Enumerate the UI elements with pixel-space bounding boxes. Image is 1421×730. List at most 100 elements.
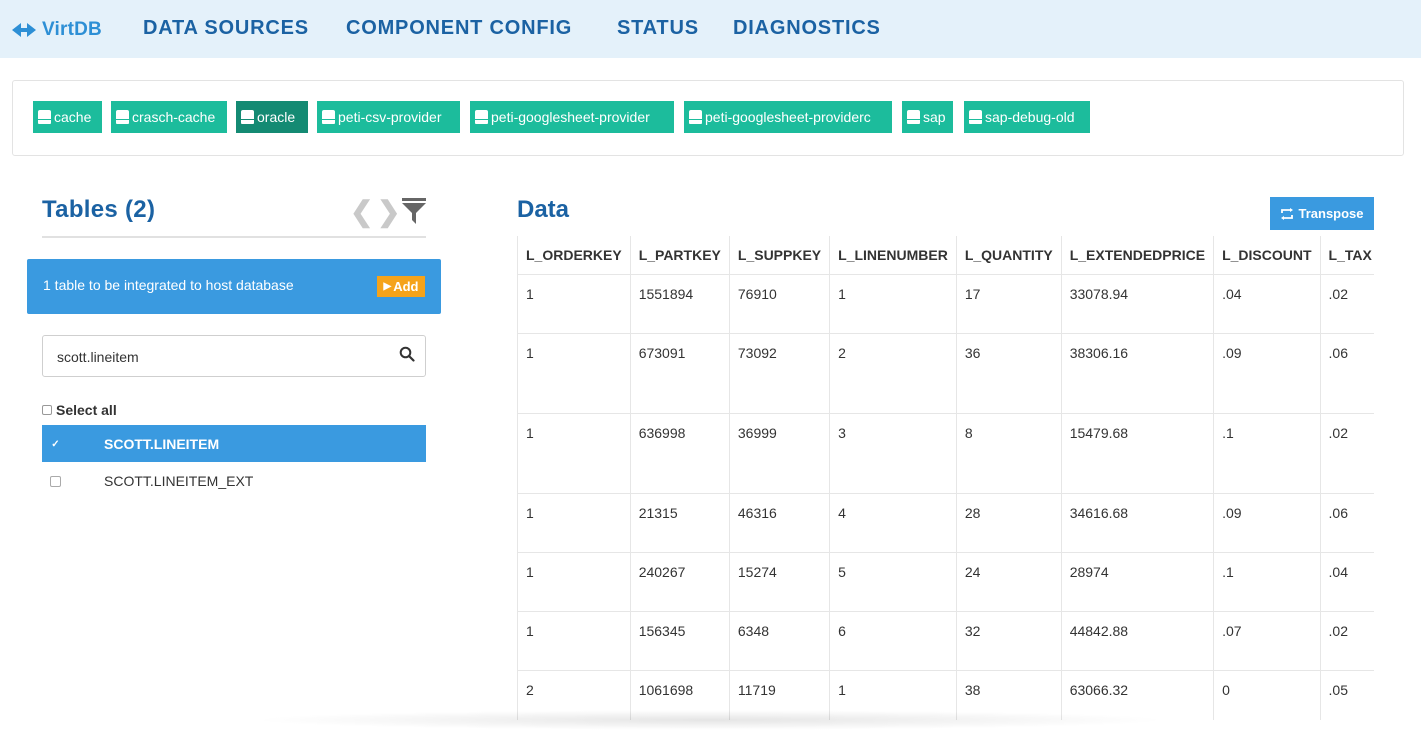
table-row: 1 240267 15274 5 24 28974 .1 .04: [517, 551, 1374, 612]
table-cell: 156345: [629, 610, 730, 671]
app-logo[interactable]: VirtDB: [12, 18, 102, 42]
table-cell: 4: [829, 492, 957, 553]
table-cell: 240267: [629, 551, 730, 612]
add-button[interactable]: ▶ Add: [377, 276, 425, 297]
checkmark-icon[interactable]: ✓: [50, 439, 61, 450]
column-header[interactable]: L_QUANTITY: [955, 236, 1062, 275]
table-header-row: L_ORDERKEY L_PARTKEY L_SUPPKEY L_LINENUM…: [517, 236, 1374, 275]
table-list-item[interactable]: SCOTT.LINEITEM_EXT: [42, 462, 426, 499]
table-cell: .04: [1319, 551, 1374, 612]
table-cell: 1551894: [629, 273, 730, 334]
table-cell: 32: [955, 610, 1062, 671]
data-table-container[interactable]: L_ORDERKEY L_PARTKEY L_SUPPKEY L_LINENUM…: [517, 236, 1374, 720]
table-cell: .02: [1319, 610, 1374, 671]
table-cell: 1: [517, 610, 631, 671]
table-cell: 28: [955, 492, 1062, 553]
source-tag-label: sap-debug-old: [985, 109, 1075, 125]
table-row: 1 636998 36999 3 8 15479.68 .1 .02: [517, 412, 1374, 494]
database-icon: [241, 110, 254, 124]
data-source-bar: cache crasch-cache oracle peti-csv-provi…: [12, 80, 1404, 156]
chevron-right-icon[interactable]: ❯: [377, 198, 400, 226]
database-icon: [38, 110, 51, 124]
column-header[interactable]: L_PARTKEY: [629, 236, 730, 275]
bottom-shadow: [250, 710, 1170, 730]
add-button-label: Add: [393, 279, 419, 294]
source-tag-label: sap: [923, 109, 946, 125]
source-tag-sap-debug-old[interactable]: sap-debug-old: [964, 101, 1090, 133]
filter-icon[interactable]: [402, 198, 426, 224]
tables-title: Tables (2): [42, 196, 156, 223]
table-cell: 1: [517, 492, 631, 553]
table-list-item[interactable]: ✓ SCOTT.LINEITEM: [42, 425, 426, 462]
integration-bar: 1 table to be integrated to host databas…: [27, 259, 441, 314]
table-checkbox[interactable]: [50, 476, 61, 487]
table-cell: 1: [517, 332, 631, 414]
table-cell: 17: [955, 273, 1062, 334]
table-cell: 44842.88: [1060, 610, 1215, 671]
column-header[interactable]: L_EXTENDEDPRICE: [1060, 236, 1215, 275]
select-all[interactable]: Select all: [42, 402, 117, 418]
table-cell: .09: [1213, 332, 1321, 414]
column-header[interactable]: L_TAX: [1319, 236, 1374, 275]
table-cell: .1: [1213, 551, 1321, 612]
table-cell: 73092: [728, 332, 831, 414]
chevron-left-icon[interactable]: ❮: [350, 198, 373, 226]
column-header[interactable]: L_SUPPKEY: [728, 236, 831, 275]
column-header[interactable]: L_ORDERKEY: [517, 236, 631, 275]
select-all-checkbox[interactable]: [42, 405, 52, 415]
table-cell: .1: [1213, 412, 1321, 494]
table-cell: 15274: [728, 551, 831, 612]
source-tag-crasch-cache[interactable]: crasch-cache: [111, 101, 227, 133]
table-name: SCOTT.LINEITEM_EXT: [104, 473, 254, 489]
table-search-input[interactable]: [57, 347, 387, 367]
table-row: 1 21315 46316 4 28 34616.68 .09 .06: [517, 492, 1374, 553]
nav-data-sources[interactable]: DATA SOURCES: [143, 17, 309, 40]
source-tag-label: peti-googlesheet-providerc: [705, 109, 871, 125]
column-header[interactable]: L_LINENUMBER: [829, 236, 957, 275]
table-cell: 38306.16: [1060, 332, 1215, 414]
source-tag-cache[interactable]: cache: [33, 101, 102, 133]
table-row: 1 156345 6348 6 32 44842.88 .07 .02: [517, 610, 1374, 671]
source-tag-peti-googlesheet-providerc[interactable]: peti-googlesheet-providerc: [684, 101, 892, 133]
search-icon[interactable]: [399, 346, 415, 362]
tables-divider: [42, 236, 426, 238]
table-cell: .04: [1213, 273, 1321, 334]
table-cell: 34616.68: [1060, 492, 1215, 553]
table-cell: .02: [1319, 412, 1374, 494]
virtdb-logo-icon: [12, 23, 36, 37]
database-icon: [475, 110, 488, 124]
nav-component-config[interactable]: COMPONENT CONFIG: [346, 17, 572, 40]
table-cell: .06: [1319, 332, 1374, 414]
database-icon: [969, 110, 982, 124]
table-cell: 33078.94: [1060, 273, 1215, 334]
nav-status[interactable]: STATUS: [617, 17, 699, 40]
table-cell: 28974: [1060, 551, 1215, 612]
transpose-button[interactable]: Transpose: [1270, 197, 1374, 230]
source-tag-sap[interactable]: sap: [902, 101, 953, 133]
table-cell: .05: [1319, 669, 1374, 720]
source-tag-label: cache: [54, 109, 92, 125]
data-title: Data: [517, 196, 570, 223]
column-header[interactable]: L_DISCOUNT: [1213, 236, 1321, 275]
source-tag-label: peti-googlesheet-provider: [491, 109, 650, 125]
source-tag-oracle[interactable]: oracle: [236, 101, 308, 133]
nav-diagnostics[interactable]: DIAGNOSTICS: [733, 17, 881, 40]
table-cell: 673091: [629, 332, 730, 414]
source-tag-label: peti-csv-provider: [338, 109, 442, 125]
table-cell: 2: [829, 332, 957, 414]
table-cell: 0: [1213, 669, 1321, 720]
table-cell: 36999: [728, 412, 831, 494]
table-cell: 76910: [728, 273, 831, 334]
table-cell: .09: [1213, 492, 1321, 553]
table-cell: .02: [1319, 273, 1374, 334]
table-cell: 636998: [629, 412, 730, 494]
source-tag-peti-csv-provider[interactable]: peti-csv-provider: [317, 101, 460, 133]
table-cell: 36: [955, 332, 1062, 414]
table-cell: 6348: [728, 610, 831, 671]
source-tag-peti-googlesheet-provider[interactable]: peti-googlesheet-provider: [470, 101, 674, 133]
data-table: L_ORDERKEY L_PARTKEY L_SUPPKEY L_LINENUM…: [517, 236, 1374, 720]
top-nav: VirtDB DATA SOURCES COMPONENT CONFIG STA…: [0, 0, 1421, 58]
table-name: SCOTT.LINEITEM: [104, 436, 220, 452]
table-cell: 6: [829, 610, 957, 671]
table-cell: 8: [955, 412, 1062, 494]
